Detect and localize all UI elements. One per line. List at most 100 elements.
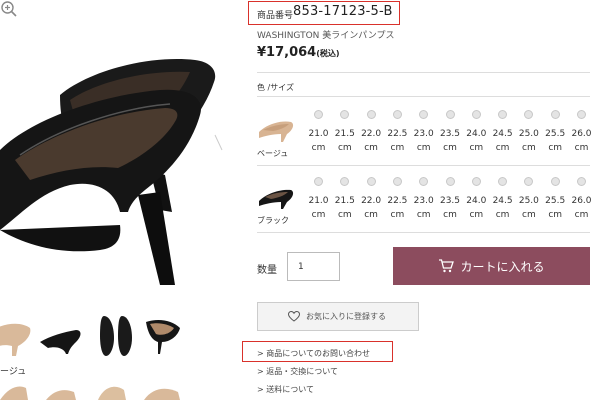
product-price: ¥17,064(税込) xyxy=(257,45,340,60)
size-value: 23.0 xyxy=(413,129,434,139)
size-value: 25.0 xyxy=(518,196,539,206)
size-option-black-21-0[interactable]: 21.0 cm xyxy=(307,171,330,223)
thumbnail-black-top[interactable] xyxy=(96,312,142,360)
thumbnail-row-2-images[interactable] xyxy=(0,382,238,400)
add-to-favorites-button[interactable]: お気に入りに登録する xyxy=(257,302,419,331)
size-value: 22.5 xyxy=(387,129,408,139)
divider-options-bottom xyxy=(257,232,590,233)
size-radio[interactable] xyxy=(524,177,534,186)
size-unit: cm xyxy=(522,210,536,220)
size-option-black-25-5[interactable]: 25.5 cm xyxy=(544,171,567,223)
thumbnail-black-side[interactable] xyxy=(38,312,84,360)
product-code-label: 商品番号 xyxy=(257,11,294,21)
size-radio[interactable] xyxy=(550,110,560,119)
size-radio[interactable] xyxy=(524,110,534,119)
size-unit: cm xyxy=(364,143,378,153)
size-option-beige-25-5[interactable]: 25.5 cm xyxy=(544,104,567,156)
divider-top xyxy=(257,72,590,73)
size-radio[interactable] xyxy=(419,177,429,186)
thumbnail-row-2 xyxy=(0,382,238,400)
size-value: 23.5 xyxy=(439,196,461,206)
size-radio[interactable] xyxy=(366,110,376,119)
size-option-beige-21-0[interactable]: 21.0 cm xyxy=(307,104,330,156)
size-option-beige-23-0[interactable]: 23.0 cm xyxy=(412,104,435,156)
size-option-black-22-0[interactable]: 22.0 cm xyxy=(360,171,383,223)
divider-options-top xyxy=(257,96,590,97)
add-to-cart-label: カートに入れる xyxy=(460,259,545,274)
size-value: 22.5 xyxy=(387,196,408,206)
color-size-label: 色 /サイズ xyxy=(257,83,294,92)
size-option-beige-21-5[interactable]: 21.5 cm xyxy=(333,104,356,156)
black-pumps-swatch xyxy=(259,189,294,209)
size-radio[interactable] xyxy=(392,177,402,186)
size-option-black-24-5[interactable]: 24.5 cm xyxy=(491,171,514,223)
thumbnail-black-pair[interactable] xyxy=(144,312,190,360)
size-value: 24.0 xyxy=(466,129,487,139)
size-option-black-24-0[interactable]: 24.0 cm xyxy=(465,171,488,223)
size-option-black-23-0[interactable]: 23.0 cm xyxy=(412,171,435,223)
size-radio[interactable] xyxy=(340,177,350,186)
size-radio[interactable] xyxy=(419,110,429,119)
size-option-black-23-5[interactable]: 23.5 cm xyxy=(439,171,462,223)
product-name: WASHINGTON 美ラインパンプス xyxy=(257,31,395,41)
size-value: 21.5 xyxy=(334,129,355,139)
size-unit: cm xyxy=(548,210,563,220)
size-radio[interactable] xyxy=(366,177,376,186)
size-unit: cm xyxy=(469,143,484,153)
product-code: 853-17123-5-B xyxy=(293,4,393,19)
returns-exchange-link[interactable]: > 返品・交換について xyxy=(257,366,338,377)
size-unit: cm xyxy=(548,143,563,153)
size-radio[interactable] xyxy=(445,110,455,119)
size-radio[interactable] xyxy=(577,110,586,119)
color-name-black: ブラック xyxy=(257,216,289,225)
color-name-beige: ベージュ xyxy=(257,149,289,158)
size-option-beige-24-5[interactable]: 24.5 cm xyxy=(491,104,514,156)
size-radio[interactable] xyxy=(498,177,508,186)
size-unit: cm xyxy=(495,143,510,153)
size-unit: cm xyxy=(495,210,510,220)
size-value: 22.0 xyxy=(361,129,382,139)
size-radio[interactable] xyxy=(445,177,455,186)
heart-icon xyxy=(288,311,300,322)
size-option-black-21-5[interactable]: 21.5 cm xyxy=(333,171,356,223)
quantity-label: 数量 xyxy=(257,265,277,276)
size-value: 24.5 xyxy=(492,129,513,139)
quantity-input[interactable] xyxy=(287,252,340,281)
size-option-black-25-0[interactable]: 25.0 cm xyxy=(517,171,540,223)
size-option-beige-22-5[interactable]: 22.5 cm xyxy=(386,104,409,156)
size-option-black-22-5[interactable]: 22.5 cm xyxy=(386,171,409,223)
size-option-beige-22-0[interactable]: 22.0 cm xyxy=(360,104,383,156)
size-value: 24.0 xyxy=(466,196,487,206)
size-radio[interactable] xyxy=(498,110,508,119)
size-unit: cm xyxy=(337,143,352,153)
add-to-cart-button[interactable]: カートに入れる xyxy=(393,247,590,285)
divider-options-middle xyxy=(257,165,590,166)
thumbnail-beige-side[interactable] xyxy=(0,312,38,360)
size-option-beige-26-0[interactable]: 26.0 cm xyxy=(570,104,593,156)
color-row-beige: ベージュ 21.0 cm 21.5 cm 22.0 cm 22.5 cm 23.0 cm 23.5 c… xyxy=(257,104,593,168)
size-radio[interactable] xyxy=(314,177,323,186)
size-option-beige-23-5[interactable]: 23.5 cm xyxy=(439,104,462,156)
size-radio[interactable] xyxy=(471,110,481,119)
size-value: 25.0 xyxy=(518,129,539,139)
size-radio[interactable] xyxy=(392,110,402,119)
size-radio[interactable] xyxy=(314,110,323,119)
size-value: 22.0 xyxy=(361,196,382,206)
size-value: 25.5 xyxy=(545,129,566,139)
size-value: 25.5 xyxy=(545,196,566,206)
size-value: 26.0 xyxy=(571,129,592,139)
size-radio[interactable] xyxy=(577,177,586,186)
zoom-icon[interactable] xyxy=(0,0,18,18)
size-radio[interactable] xyxy=(550,177,560,186)
product-inquiry-link[interactable]: > 商品についてのお問い合わせ xyxy=(257,348,370,359)
cart-icon xyxy=(439,259,455,273)
size-option-beige-25-0[interactable]: 25.0 cm xyxy=(517,104,540,156)
main-product-photo[interactable] xyxy=(0,0,238,298)
shipping-link[interactable]: > 送料について xyxy=(257,384,314,395)
size-value: 21.0 xyxy=(308,129,329,139)
add-to-favorites-label: お気に入りに登録する xyxy=(306,312,386,321)
size-option-black-26-0[interactable]: 26.0 cm xyxy=(570,171,593,223)
size-radio[interactable] xyxy=(340,110,350,119)
size-option-beige-24-0[interactable]: 24.0 cm xyxy=(465,104,488,156)
size-radio[interactable] xyxy=(471,177,481,186)
